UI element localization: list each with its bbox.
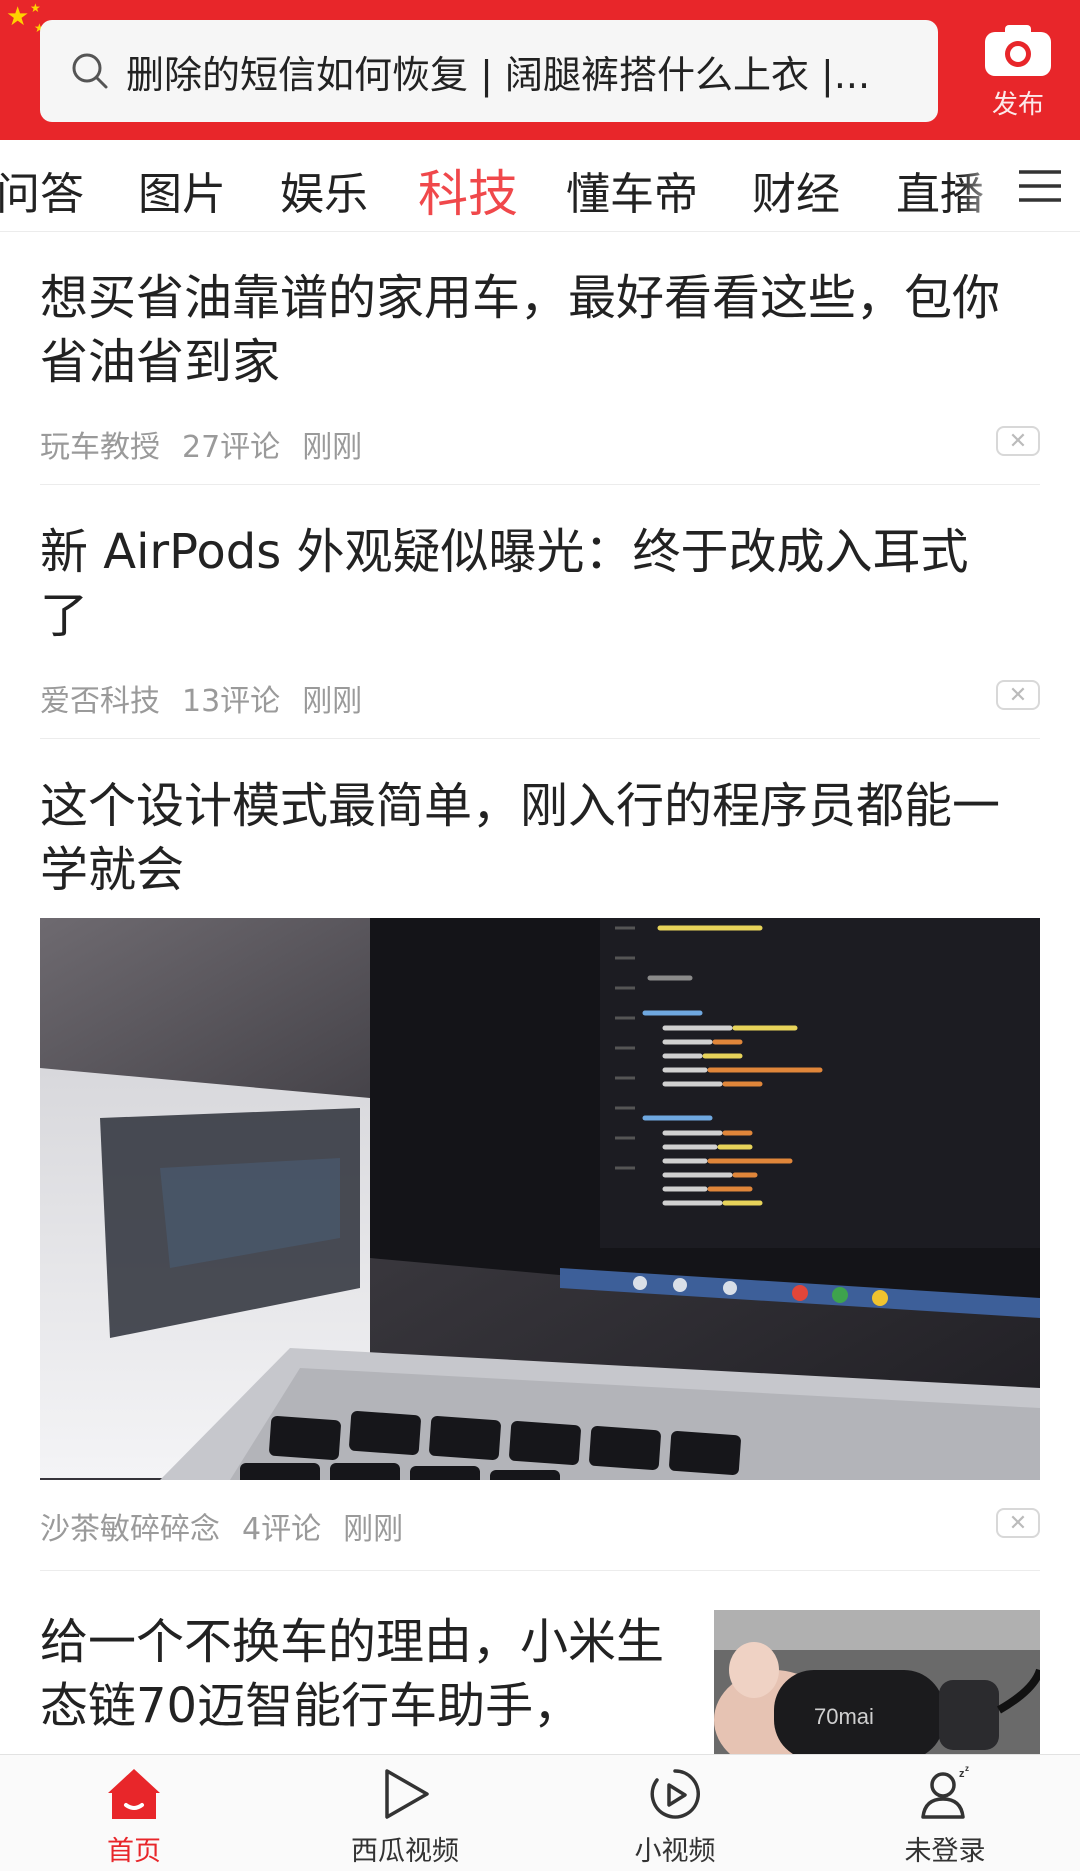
- tab-entertainment[interactable]: 娱乐: [280, 158, 368, 222]
- top-header: ★ ★ ★ 删除的短信如何恢复 | 阔腿裤搭什么上衣 |... 发布: [0, 0, 1080, 140]
- tab-finance[interactable]: 财经: [752, 158, 840, 222]
- search-icon: [72, 53, 108, 89]
- article-time: 刚刚: [302, 430, 363, 465]
- list-item[interactable]: 这个设计模式最简单，刚入行的程序员都能一学就会 沙茶敏碎碎念 4评论 刚刚 ✕: [40, 774, 1040, 1574]
- article-title[interactable]: 想买省油靠谱的家用车，最好看看这些，包你省油省到家: [40, 266, 1040, 394]
- article-title[interactable]: 给一个不换车的理由，小米生态链70迈智能行车助手，: [40, 1610, 670, 1738]
- nav-xigua-video[interactable]: 西瓜视频: [315, 1765, 495, 1868]
- laptop-code-illustration: [40, 918, 1040, 1480]
- bottom-navigation: 首页 西瓜视频 小视频 z z 未登录: [0, 1754, 1080, 1871]
- close-icon: ✕: [1008, 1510, 1028, 1536]
- small-video-icon: [650, 1769, 700, 1819]
- publish-button[interactable]: 发布: [966, 14, 1070, 134]
- article-meta: 爱否科技 13评论 刚刚: [40, 676, 384, 720]
- tab-tech[interactable]: 科技: [418, 154, 518, 226]
- dislike-button[interactable]: ✕: [996, 426, 1040, 456]
- thumb-brand-text: 70mai: [814, 1704, 874, 1729]
- close-icon: ✕: [1008, 428, 1028, 454]
- flag-star-icon: ★: [6, 2, 30, 32]
- article-comments: 27评论: [182, 430, 281, 465]
- list-item[interactable]: 新 AirPods 外观疑似曝光：终于改成入耳式了 爱否科技 13评论 刚刚 ✕: [40, 520, 1040, 730]
- article-time: 刚刚: [343, 1512, 404, 1547]
- camera-icon: [985, 25, 1051, 76]
- play-icon: [385, 1769, 429, 1819]
- list-item[interactable]: 想买省油靠谱的家用车，最好看看这些，包你省油省到家 玩车教授 27评论 刚刚 ✕: [40, 266, 1040, 476]
- dislike-button[interactable]: ✕: [996, 680, 1040, 710]
- article-meta: 沙茶敏碎碎念 4评论 刚刚: [40, 1504, 425, 1548]
- article-source: 沙茶敏碎碎念: [40, 1512, 220, 1547]
- article-title[interactable]: 新 AirPods 外观疑似曝光：终于改成入耳式了: [40, 520, 980, 648]
- dislike-button[interactable]: ✕: [996, 1508, 1040, 1538]
- user-icon: z z: [921, 1765, 969, 1819]
- menu-icon: [1019, 170, 1061, 202]
- flag-star-icon: ★: [30, 1, 41, 15]
- svg-text:z: z: [965, 1765, 969, 1773]
- divider: [40, 1570, 1040, 1571]
- nav-label: 西瓜视频: [351, 1836, 459, 1867]
- nav-label: 小视频: [634, 1836, 716, 1867]
- divider: [40, 484, 1040, 485]
- article-meta: 玩车教授 27评论 刚刚: [40, 422, 384, 466]
- list-item[interactable]: 给一个不换车的理由，小米生态链70迈智能行车助手， 70mai: [40, 1610, 1040, 1754]
- tab-pictures[interactable]: 图片: [138, 158, 226, 222]
- home-icon: [108, 1769, 160, 1819]
- nav-home[interactable]: 首页: [44, 1765, 224, 1868]
- article-source: 爱否科技: [40, 684, 160, 719]
- article-time: 刚刚: [302, 684, 363, 719]
- search-bar[interactable]: 删除的短信如何恢复 | 阔腿裤搭什么上衣 |...: [40, 20, 938, 122]
- search-placeholder: 删除的短信如何恢复 | 阔腿裤搭什么上衣 |...: [126, 52, 871, 97]
- dashcam-illustration: 70mai: [714, 1610, 1040, 1754]
- nav-label: 未登录: [904, 1836, 986, 1867]
- nav-not-logged-in[interactable]: z z 未登录: [855, 1765, 1035, 1868]
- tab-qa[interactable]: 问答: [0, 158, 84, 222]
- dashcam-thumbnail[interactable]: 70mai: [714, 1610, 1040, 1754]
- category-tabs: 问答 图片 娱乐 科技 懂车帝 财经 直播: [0, 140, 1080, 232]
- article-source: 玩车教授: [40, 430, 160, 465]
- laptop-code-image[interactable]: [40, 918, 1040, 1480]
- article-comments: 13评论: [182, 684, 281, 719]
- tabs-menu-button[interactable]: [1000, 140, 1080, 231]
- nav-small-video[interactable]: 小视频: [585, 1765, 765, 1868]
- tab-dongchedi[interactable]: 懂车帝: [566, 158, 698, 222]
- divider: [40, 738, 1040, 739]
- news-feed: 想买省油靠谱的家用车，最好看看这些，包你省油省到家 玩车教授 27评论 刚刚 ✕ 新…: [0, 232, 1080, 1754]
- close-icon: ✕: [1008, 682, 1028, 708]
- article-title[interactable]: 这个设计模式最简单，刚入行的程序员都能一学就会: [40, 774, 1040, 902]
- publish-label: 发布: [991, 90, 1044, 120]
- article-comments: 4评论: [242, 1512, 322, 1547]
- nav-label: 首页: [107, 1836, 161, 1867]
